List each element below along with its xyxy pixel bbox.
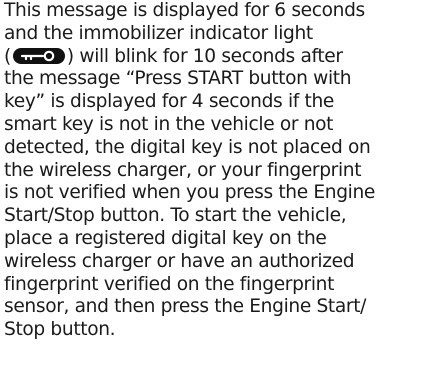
text-line: This message is displayed for 6 seconds [4, 0, 365, 21]
text-line: wireless charger or have an authorized [4, 250, 355, 272]
line-continuation: ) will blink for 10 seconds after [66, 45, 343, 67]
text-line: detected, the digital key is not placed … [4, 136, 371, 158]
document-paragraph: This message is displayed for 6 seconds … [4, 0, 440, 342]
open-paren: ( [4, 45, 11, 67]
text-line: and the immobilizer indicator light [4, 22, 313, 44]
text-line: key” is displayed for 4 seconds if the [4, 91, 334, 113]
text-line: the wireless charger, or your fingerprin… [4, 159, 362, 181]
text-line: smart key is not in the vehicle or not [4, 113, 334, 135]
text-line-with-icon: ( ) will blink for 10 seconds after [4, 46, 440, 69]
text-line: is not verified when you press the Engin… [4, 182, 376, 204]
immobilizer-key-icon [12, 47, 65, 64]
text-line: sensor, and then press the Engine Start/ [4, 296, 367, 318]
text-line: Start/Stop button. To start the vehicle, [4, 205, 347, 227]
text-line: place a registered digital key on the [4, 227, 327, 249]
text-line: Stop button. [4, 319, 116, 341]
text-line: the message “Press START button with [4, 68, 352, 90]
text-line: fingerprint verified on the fingerprint [4, 273, 335, 295]
